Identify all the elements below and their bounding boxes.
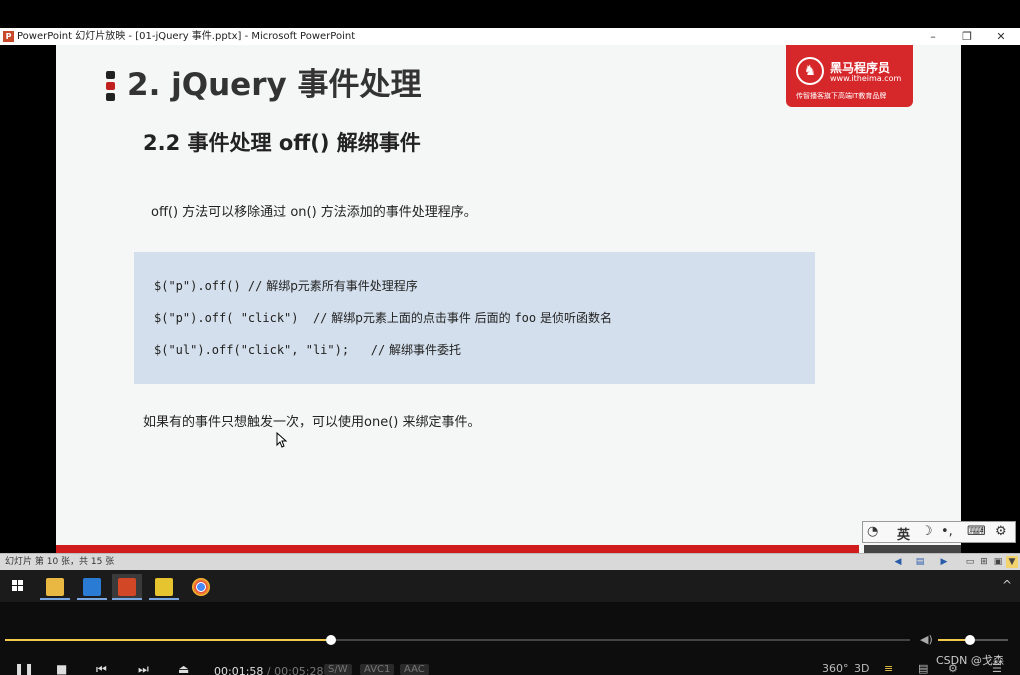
progress-handle[interactable] — [325, 635, 336, 645]
eject-icon[interactable]: ⏏ — [178, 662, 189, 675]
codec-badge: AAC — [400, 664, 429, 675]
stop-icon[interactable]: ■ — [56, 662, 67, 675]
horse-icon: ♞ — [796, 57, 824, 85]
tray-expand-icon[interactable]: ^ — [1002, 578, 1012, 592]
next-slide-icon[interactable]: ▶ — [938, 556, 950, 568]
code-line: $("p").off() // 解绑p元素所有事件处理程序 — [154, 279, 418, 293]
itheima-logo: ♞ 黑马程序员 www.itheima.com 传智播客旗下高端IT教育品牌 — [786, 45, 913, 107]
title-bar: P PowerPoint 幻灯片放映 - [01-jQuery 事件.pptx]… — [0, 28, 1020, 45]
logo-url: www.itheima.com — [830, 74, 902, 83]
volume-slider[interactable] — [938, 635, 1008, 645]
keyboard-icon[interactable]: ⌨ — [967, 524, 986, 539]
chrome-icon[interactable] — [186, 574, 216, 600]
powerpoint-icon: P — [3, 31, 14, 42]
slide-description: off() 方法可以移除通过 on() 方法添加的事件处理程序。 — [151, 205, 477, 220]
title-bullet-icon — [106, 71, 115, 101]
help-app-icon[interactable] — [149, 574, 179, 600]
slide-menu-icon[interactable]: ▤ — [914, 556, 926, 568]
close-button[interactable]: ✕ — [984, 28, 1018, 45]
code-line: $("p").off( "click") // 解绑p元素上面的点击事件 后面的… — [154, 311, 612, 325]
slide-footer-bar-dark — [864, 545, 961, 553]
codec-badge: S/W — [324, 664, 352, 675]
3d-button[interactable]: 3D — [854, 662, 869, 675]
mouse-cursor-icon — [276, 432, 288, 448]
previous-icon[interactable]: ⏮ — [96, 662, 107, 675]
slide-subtitle: 2.2 事件处理 off() 解绑事件 — [143, 131, 421, 155]
subtitle-icon[interactable]: ▤ — [918, 662, 928, 675]
windows-start-icon[interactable] — [12, 580, 24, 592]
slide-sorter-icon[interactable]: ⊞ — [978, 556, 990, 568]
volume-handle[interactable] — [964, 635, 975, 645]
pause-icon[interactable]: ❚❚ — [14, 662, 34, 675]
punctuation-icon[interactable]: •, — [941, 524, 953, 539]
playlist-icon[interactable]: ≡ — [884, 662, 893, 675]
slide[interactable]: 2. jQuery 事件处理 ♞ 黑马程序员 www.itheima.com 传… — [56, 45, 961, 553]
powerpoint-taskbar-icon[interactable] — [112, 574, 142, 600]
slide-note: 如果有的事件只想触发一次，可以使用one() 来绑定事件。 — [143, 415, 481, 430]
reading-view-icon[interactable]: ▣ — [992, 556, 1004, 568]
menu-icon[interactable]: ☰ — [992, 662, 1002, 675]
file-explorer-icon[interactable] — [40, 574, 70, 600]
vscode-icon[interactable] — [77, 574, 107, 600]
slide-title: 2. jQuery 事件处理 — [127, 67, 422, 103]
vr360-button[interactable]: 360° — [822, 662, 849, 675]
moon-icon[interactable]: ☽ — [921, 524, 933, 539]
ime-lang-toggle[interactable]: 英 — [897, 524, 910, 543]
video-player: ◀) ❚❚ ■ ⏮ ⏭ ⏏ 00:01:58 / 00:05:28 S/W AV… — [0, 602, 1020, 675]
minimize-button[interactable]: – — [916, 28, 950, 45]
code-block: $("p").off() // 解绑p元素所有事件处理程序 $("p").off… — [134, 252, 815, 384]
player-settings-icon[interactable]: ⚙ — [948, 662, 958, 675]
slideshow-area: 2. jQuery 事件处理 ♞ 黑马程序员 www.itheima.com 传… — [0, 45, 1020, 553]
restore-button[interactable]: ❐ — [950, 28, 984, 45]
windows-taskbar: ^ — [0, 570, 1020, 602]
time-display: 00:01:58 / 00:05:28 — [214, 665, 324, 675]
code-line: $("ul").off("click", "li"); // 解绑事件委托 — [154, 343, 462, 357]
settings-gear-icon[interactable]: ⚙ — [995, 524, 1007, 539]
normal-view-icon[interactable]: ▭ — [964, 556, 976, 568]
next-icon[interactable]: ⏭ — [138, 662, 149, 675]
ime-logo-icon[interactable]: ◔ — [867, 524, 878, 539]
window-title: PowerPoint 幻灯片放映 - [01-jQuery 事件.pptx] -… — [17, 31, 356, 42]
screen: P PowerPoint 幻灯片放映 - [01-jQuery 事件.pptx]… — [0, 0, 1020, 675]
ime-toolbar[interactable]: ◔ 英 ☽ •, ⌨ ⚙ — [862, 521, 1016, 543]
volume-icon[interactable]: ◀) — [920, 633, 933, 646]
status-bar: 幻灯片 第 10 张，共 15 张 ◀ ▤ ▶ ▭ ⊞ ▣ ▼ — [0, 553, 1020, 570]
slide-count: 幻灯片 第 10 张，共 15 张 — [5, 557, 115, 567]
progress-bar[interactable] — [5, 635, 910, 645]
slideshow-view-icon[interactable]: ▼ — [1006, 556, 1018, 568]
powerpoint-window: P PowerPoint 幻灯片放映 - [01-jQuery 事件.pptx]… — [0, 28, 1020, 570]
logo-slogan: 传智播客旗下高端IT教育品牌 — [796, 92, 887, 100]
slide-footer-bar — [56, 545, 859, 553]
codec-badge: AVC1 — [360, 664, 395, 675]
prev-slide-icon[interactable]: ◀ — [892, 556, 904, 568]
